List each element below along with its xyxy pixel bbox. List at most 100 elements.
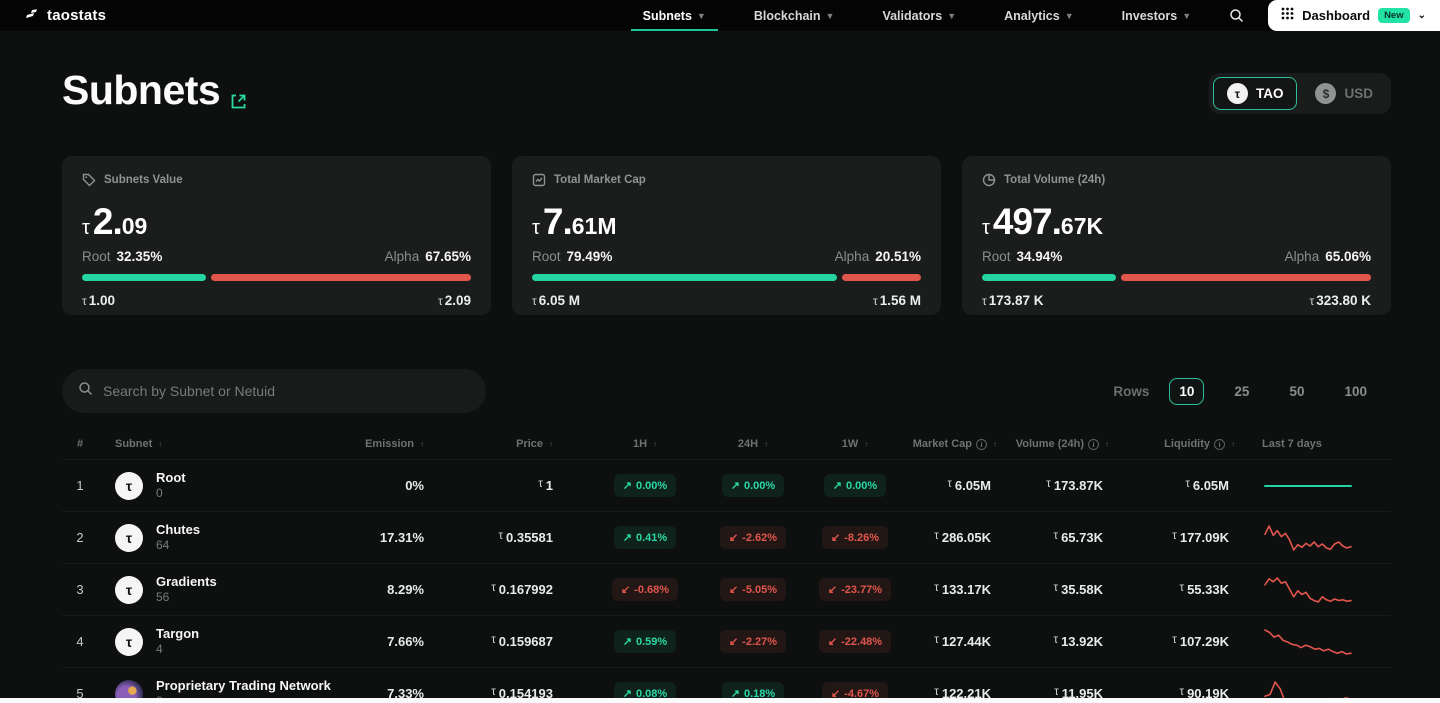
table-row-chutes[interactable]: 2 τ Chutes64 17.31% τ0.35581 0.41% -2.62… [62,511,1391,563]
row-rank: 4 [76,634,84,649]
nav-item-analytics[interactable]: Analytics ▼ [980,0,1098,31]
trend-arrow-icon [623,531,632,544]
root-share: Root 79.49% [532,249,613,264]
subnet-avatar: τ [115,471,143,500]
table-row-targon[interactable]: 4 τ Targon4 7.66% τ0.159687 0.59% -2.27%… [62,615,1391,667]
price-sparkline [1264,628,1352,655]
rows-option-100[interactable]: 100 [1334,378,1377,405]
root-share: Root 32.35% [82,249,163,264]
trend-arrow-icon [729,635,738,648]
toggle-tao[interactable]: τ TAO [1212,77,1298,110]
change-badge-1w: -8.26% [821,526,889,549]
liquidity-value: τ 55.33K [1179,582,1229,597]
nav-item-subnets[interactable]: Subnets ▼ [619,0,730,31]
card-total-volume: Total Volume (24h) τ 497. 67K Root 34.94% A… [962,156,1391,315]
volume-value: τ 13.92K [1053,634,1103,649]
trend-arrow-icon [828,583,837,596]
market-cap-value: τ 133.17K [934,582,991,597]
rows-option-50[interactable]: 50 [1279,378,1314,405]
table-row-root[interactable]: 1 τ Root0 0% τ1 0.00% 0.00% 0.00% τ6.05M… [62,459,1391,511]
tao-coin-icon: τ [1226,83,1248,104]
sort-arrow-icon: ↑ [864,439,869,449]
alpha-share: Alpha 20.51% [834,249,921,264]
dashboard-button[interactable]: Dashboard New ⌄ [1268,0,1440,31]
external-link-icon[interactable] [230,73,247,120]
col-header-emission[interactable]: Emission ↑ [310,438,430,450]
volume-value: τ 35.58K [1053,582,1103,597]
card-label: Total Market Cap [554,174,646,186]
subnet-netuid: 4 [156,642,163,657]
trend-arrow-icon [623,479,632,492]
market-cap-value: τ 127.44K [934,634,991,649]
sort-arrow-icon: ↑ [158,439,163,449]
col-header-1h[interactable]: 1H ↑ [591,438,699,450]
toggle-usd[interactable]: $ USD [1301,77,1387,110]
info-circle-icon [1088,438,1099,450]
subnet-name[interactable]: Gradients [156,574,217,590]
col-header-1w[interactable]: 1W ↑ [807,438,903,450]
alpha-value: τ 2.09 [437,293,471,308]
price-value: τ 0.167992 [491,582,553,597]
trend-arrow-icon [831,531,840,544]
change-badge-24h: -2.27% [719,630,787,653]
market-cap-value: τ 286.05K [934,530,991,545]
chevron-down-icon: ▼ [696,11,706,21]
subnet-search[interactable] [62,369,486,413]
subnet-name[interactable]: Proprietary Trading Network [156,678,331,694]
subnet-netuid: 64 [156,538,170,553]
search-input[interactable] [103,383,470,399]
card-label: Total Volume (24h) [1004,174,1106,186]
subnet-avatar: τ [115,575,143,604]
root-share: Root 34.94% [982,249,1063,264]
subnet-avatar: τ [115,627,143,656]
rows-option-10[interactable]: 10 [1169,377,1205,405]
table-row-gradients[interactable]: 3 τ Gradients56 8.29% τ0.167992 -0.68% -… [62,563,1391,615]
col-header-24h[interactable]: 24H ↑ [699,438,807,450]
price-sparkline [1264,576,1352,603]
currency-toggle: τ TAO $ USD [1208,73,1391,114]
col-header-liquidity[interactable]: Liquidity↑ [1119,438,1245,450]
root-alpha-bar [982,274,1371,281]
card-total-market-cap: Total Market Cap τ 7. 61M Root 79.49% Alpha… [512,156,941,315]
change-badge-1w: -23.77% [818,578,892,601]
taostats-logo[interactable]: taostats [0,0,106,31]
sort-arrow-icon: ↑ [993,439,997,449]
alpha-value: τ 323.80 K [1309,293,1371,308]
trend-arrow-icon [729,583,738,596]
liquidity-value: τ 177.09K [1172,530,1229,545]
subnets-table: # Subnet ↑ Emission ↑ Price ↑ 1H ↑ 24H ↑ 1W ↑ … [62,429,1391,703]
subnet-name[interactable]: Chutes [156,522,200,538]
change-badge-1h: 0.41% [613,526,677,549]
sort-arrow-icon: ↑ [420,439,424,449]
liquidity-value: τ 107.29K [1172,634,1229,649]
sort-arrow-icon: ↑ [764,439,769,449]
col-header-rank: # [76,438,84,450]
card-value: τ 2. 09 [82,201,148,242]
market-cap-value: τ 6.05M [947,478,991,493]
subnet-avatar: τ [115,523,143,552]
alpha-share: Alpha 67.65% [384,249,471,264]
info-circle-icon [976,438,987,450]
price-sparkline [1264,524,1352,551]
emission-value: 7.66% [387,634,424,649]
trend-arrow-icon [731,479,740,492]
nav-item-validators[interactable]: Validators ▼ [858,0,980,31]
col-header-price[interactable]: Price ↑ [430,438,591,450]
stat-cards: Subnets Value τ 2. 09 Root 32.35% Alpha 67.6… [62,156,1391,315]
liquidity-value: τ 6.05M [1185,478,1229,493]
subnet-name[interactable]: Targon [156,626,199,642]
chevron-down-icon: ▼ [947,11,957,21]
search-icon[interactable] [1215,0,1258,31]
col-header-volume[interactable]: Volume (24h)↑ [1007,438,1119,450]
subnet-netuid: 56 [156,590,170,605]
nav-item-blockchain[interactable]: Blockchain ▼ [730,0,859,31]
chevron-down-icon: ▼ [1182,11,1192,21]
col-header-subnet[interactable]: Subnet ↑ [98,438,310,450]
row-rank: 3 [76,582,84,597]
emission-value: 0% [405,478,424,493]
col-header-last-7-days: Last 7 days [1262,438,1322,450]
col-header-market-cap[interactable]: Market Cap↑ [903,438,1007,450]
subnet-name[interactable]: Root [156,470,186,486]
nav-item-investors[interactable]: Investors ▼ [1098,0,1216,31]
rows-option-25[interactable]: 25 [1224,378,1259,405]
